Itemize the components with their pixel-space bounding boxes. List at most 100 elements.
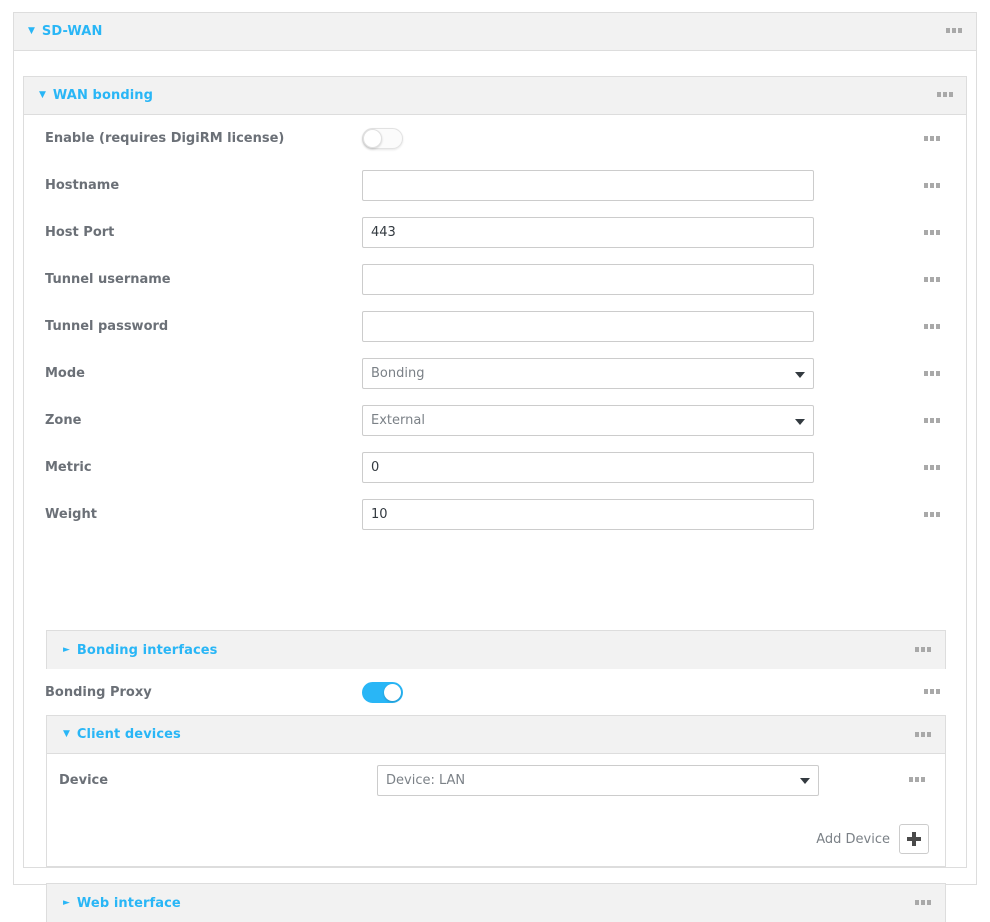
kebab-dot	[927, 900, 931, 905]
form-row-hostname: Hostname	[24, 162, 966, 209]
kebab-dot	[936, 370, 940, 376]
sdwan-panel-header[interactable]: ▼ SD-WAN	[14, 13, 976, 51]
enable-label: Enable (requires DigiRM license)	[45, 131, 285, 146]
kebab-menu-icon[interactable]	[924, 182, 940, 188]
kebab-dot	[927, 647, 931, 652]
kebab-dot	[936, 511, 940, 517]
hostname-label: Hostname	[45, 178, 120, 193]
form-row-bonding-proxy: Bonding Proxy	[24, 669, 966, 715]
device-select-value[interactable]: Device: LAN	[377, 764, 819, 796]
add-device-row: Add Device	[816, 824, 929, 854]
sdwan-panel: ▼ SD-WAN ▼ WAN bonding Enable (requires …	[13, 12, 977, 922]
metric-input[interactable]	[362, 452, 814, 483]
kebab-menu-icon[interactable]	[924, 417, 940, 423]
wan-bonding-panel-header[interactable]: ▼ WAN bonding	[24, 77, 966, 115]
kebab-dot	[924, 689, 928, 694]
metric-label: Metric	[45, 460, 92, 475]
toggle-knob	[384, 683, 401, 701]
kebab-menu-icon[interactable]	[937, 92, 953, 97]
kebab-dot	[924, 370, 928, 376]
zone-label: Zone	[45, 413, 82, 428]
kebab-menu-icon[interactable]	[924, 323, 940, 329]
bonding-interfaces-title: Bonding interfaces	[76, 642, 218, 658]
weight-input[interactable]	[362, 499, 814, 530]
kebab-dot	[921, 647, 925, 652]
kebab-dot	[943, 92, 947, 97]
form-row-tunnel-password: Tunnel password	[24, 303, 966, 350]
add-device-label: Add Device	[816, 831, 890, 847]
kebab-menu-icon[interactable]	[924, 689, 940, 694]
web-interface-header[interactable]: ► Web interface	[47, 884, 945, 922]
toggle-knob	[363, 129, 382, 148]
kebab-menu-icon[interactable]	[924, 229, 940, 235]
form-row-weight: Weight	[24, 491, 966, 538]
bonding-proxy-toggle[interactable]	[362, 681, 403, 703]
kebab-dot	[958, 28, 962, 33]
enable-toggle[interactable]	[362, 128, 403, 149]
web-interface-title: Web interface	[76, 895, 181, 911]
kebab-dot	[924, 135, 928, 141]
kebab-dot	[924, 464, 928, 470]
kebab-menu-icon[interactable]	[915, 732, 931, 737]
kebab-dot	[930, 689, 934, 694]
kebab-dot	[924, 276, 928, 282]
chevron-down-icon[interactable]: ▼	[39, 91, 46, 100]
kebab-menu-icon[interactable]	[924, 511, 940, 517]
tunnel-password-label: Tunnel password	[45, 319, 169, 334]
sdwan-header-title-group[interactable]: ▼ SD-WAN	[28, 24, 102, 39]
bonding-interfaces-panel[interactable]: ► Bonding interfaces	[46, 630, 946, 669]
kebab-menu-icon[interactable]	[924, 370, 940, 376]
kebab-dot	[915, 900, 919, 905]
tunnel-username-input[interactable]	[362, 264, 814, 295]
kebab-dot	[930, 135, 934, 141]
host-port-input[interactable]	[362, 217, 814, 248]
kebab-dot	[915, 777, 919, 782]
kebab-dot	[924, 511, 928, 517]
kebab-menu-icon[interactable]	[946, 28, 962, 33]
kebab-menu-icon[interactable]	[924, 135, 940, 141]
device-label: Device	[59, 772, 109, 788]
mode-select-value[interactable]: Bonding	[362, 358, 814, 389]
kebab-dot	[927, 732, 931, 737]
tunnel-username-label: Tunnel username	[45, 272, 171, 287]
chevron-down-icon[interactable]: ▼	[28, 27, 35, 36]
kebab-dot	[936, 689, 940, 694]
chevron-right-icon[interactable]: ►	[63, 645, 70, 655]
kebab-dot	[924, 229, 928, 235]
hostname-input[interactable]	[362, 170, 814, 201]
bonding-interfaces-header[interactable]: ► Bonding interfaces	[47, 631, 945, 669]
plus-icon	[906, 831, 922, 847]
form-row-host-port: Host Port	[24, 209, 966, 256]
kebab-dot	[936, 276, 940, 282]
zone-select[interactable]: External	[362, 405, 814, 436]
add-device-button[interactable]	[899, 824, 929, 854]
weight-label: Weight	[45, 507, 97, 522]
device-select[interactable]: Device: LAN	[377, 764, 819, 796]
bonding-proxy-label: Bonding Proxy	[45, 684, 152, 700]
wan-bonding-header-title-group[interactable]: ▼ WAN bonding	[39, 88, 153, 103]
chevron-down-icon[interactable]: ▼	[63, 730, 70, 739]
kebab-dot	[936, 229, 940, 235]
form-row-mode: Mode Bonding	[24, 350, 966, 397]
zone-select-value[interactable]: External	[362, 405, 814, 436]
kebab-menu-icon[interactable]	[915, 647, 931, 652]
kebab-menu-icon[interactable]	[924, 464, 940, 470]
form-row-tunnel-username: Tunnel username	[24, 256, 966, 303]
kebab-dot	[936, 464, 940, 470]
client-devices-header[interactable]: ▼ Client devices	[47, 716, 945, 754]
kebab-dot	[930, 229, 934, 235]
kebab-dot	[936, 135, 940, 141]
kebab-menu-icon[interactable]	[924, 276, 940, 282]
client-devices-panel: ▼ Client devices Device Device: LAN Add …	[46, 715, 946, 867]
web-interface-panel[interactable]: ► Web interface	[46, 883, 946, 922]
mode-select[interactable]: Bonding	[362, 358, 814, 389]
kebab-menu-icon[interactable]	[909, 777, 925, 782]
kebab-menu-icon[interactable]	[915, 900, 931, 905]
kebab-dot	[921, 777, 925, 782]
wan-bonding-title: WAN bonding	[52, 88, 154, 103]
form-row-device: Device Device: LAN	[47, 754, 945, 806]
client-devices-title: Client devices	[76, 727, 181, 742]
tunnel-password-input[interactable]	[362, 311, 814, 342]
chevron-right-icon[interactable]: ►	[63, 898, 70, 908]
wan-bonding-form: Enable (requires DigiRM license) Hostnam…	[24, 115, 966, 538]
